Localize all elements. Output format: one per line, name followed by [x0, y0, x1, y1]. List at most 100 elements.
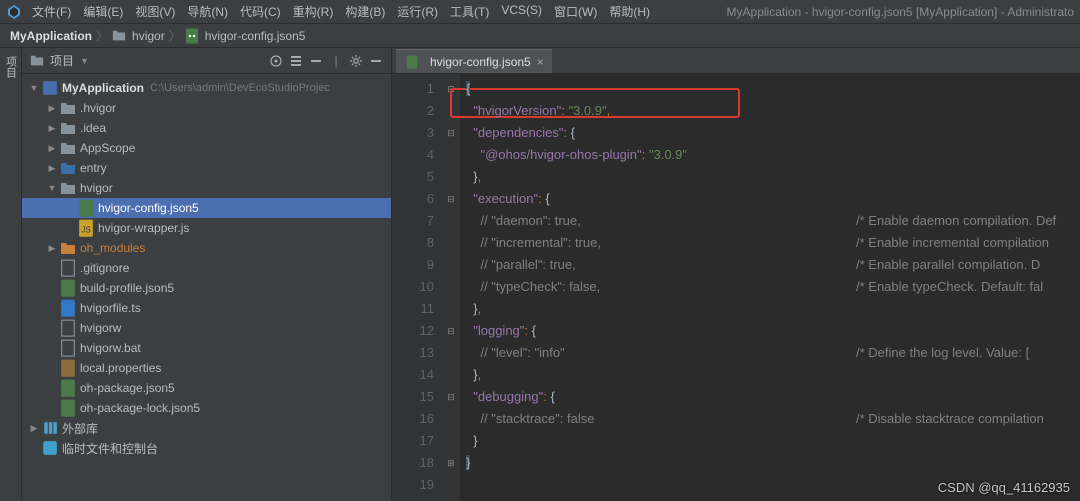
project-panel: 项目 ▼ | MyApplication C:\Users\admin\DevE…: [22, 48, 392, 501]
close-tab-icon[interactable]: ×: [537, 55, 544, 69]
editor-tab[interactable]: hvigor-config.json5 ×: [396, 49, 552, 73]
library-icon: [42, 421, 58, 435]
breadcrumb-separator: 〉: [96, 27, 108, 44]
tree-label: hvigor-wrapper.js: [98, 221, 189, 235]
tree-label: .hvigor: [80, 101, 116, 115]
menu-run[interactable]: 运行(R): [397, 3, 438, 20]
window-title: MyApplication - hvigor-config.json5 [MyA…: [727, 5, 1074, 19]
tree-item[interactable]: local.properties: [22, 358, 391, 378]
module-icon: [42, 81, 58, 95]
tree-root[interactable]: MyApplication C:\Users\admin\DevEcoStudi…: [22, 78, 391, 98]
properties-file-icon: [60, 361, 76, 375]
menu-code[interactable]: 代码(C): [240, 3, 281, 20]
menu-vcs[interactable]: VCS(S): [501, 3, 542, 20]
dropdown-icon[interactable]: ▼: [80, 56, 89, 66]
tree-label: oh-package.json5: [80, 381, 175, 395]
project-panel-label[interactable]: 项目: [50, 52, 74, 69]
file-icon: [60, 341, 76, 355]
tree-label: hvigorw.bat: [80, 341, 141, 355]
watermark-text: CSDN @qq_41162935: [938, 480, 1070, 495]
tab-label: hvigor-config.json5: [430, 55, 531, 69]
ts-file-icon: [60, 301, 76, 315]
tree-label: local.properties: [80, 361, 161, 375]
divider: |: [329, 54, 343, 68]
breadcrumb-root[interactable]: MyApplication: [10, 29, 92, 43]
project-icon: [30, 54, 44, 68]
main-menu: 文件(F) 编辑(E) 视图(V) 导航(N) 代码(C) 重构(R) 构建(B…: [32, 3, 650, 20]
js-file-icon: JS: [78, 221, 94, 235]
breadcrumb-mid[interactable]: hvigor: [132, 29, 165, 43]
tree-item[interactable]: .hvigor: [22, 98, 391, 118]
collapse-all-icon[interactable]: [309, 54, 323, 68]
tree-item[interactable]: oh-package-lock.json5: [22, 398, 391, 418]
tree-item[interactable]: hvigorw: [22, 318, 391, 338]
editor-area: hvigor-config.json5 × 123456789101112131…: [392, 48, 1080, 501]
code-content[interactable]: { "hvigorVersion": "3.0.9", "dependencie…: [460, 74, 1080, 501]
file-icon: [60, 261, 76, 275]
folder-icon: [60, 101, 76, 115]
tree-label: hvigorfile.ts: [80, 301, 141, 315]
tree-label: oh_modules: [80, 241, 145, 255]
breadcrumb-separator: 〉: [169, 27, 181, 44]
breadcrumb-leaf[interactable]: hvigor-config.json5: [205, 29, 306, 43]
tree-label: 临时文件和控制台: [62, 440, 158, 457]
code-editor[interactable]: 12345678910111213141516171819 ⊟⊟⊟⊟⊟⊞ { "…: [392, 74, 1080, 501]
tree-item[interactable]: .gitignore: [22, 258, 391, 278]
tree-label: hvigor-config.json5: [98, 201, 199, 215]
tree-path: C:\Users\admin\DevEcoStudioProjec: [150, 82, 330, 94]
menu-build[interactable]: 构建(B): [345, 3, 385, 20]
folder-icon: [60, 141, 76, 155]
menu-window[interactable]: 窗口(W): [554, 3, 597, 20]
menu-tool[interactable]: 工具(T): [450, 3, 489, 20]
menu-help[interactable]: 帮助(H): [609, 3, 650, 20]
tree-item[interactable]: oh_modules: [22, 238, 391, 258]
menu-view[interactable]: 视图(V): [135, 3, 175, 20]
tree-item[interactable]: 外部库: [22, 418, 391, 438]
project-tool-tab[interactable]: 项目: [3, 56, 19, 78]
tree-item[interactable]: hvigorfile.ts: [22, 298, 391, 318]
tool-window-stripe[interactable]: 项目: [0, 48, 22, 501]
json-file-icon: [404, 55, 420, 69]
editor-tabs: hvigor-config.json5 ×: [392, 48, 1080, 74]
tree-item[interactable]: oh-package.json5: [22, 378, 391, 398]
tree-label: .gitignore: [80, 261, 129, 275]
tree-item[interactable]: AppScope: [22, 138, 391, 158]
app-logo-icon: [6, 4, 22, 20]
tree-label: 外部库: [62, 420, 98, 437]
svg-text:JS: JS: [81, 226, 90, 235]
menu-navigate[interactable]: 导航(N): [187, 3, 228, 20]
breadcrumb: MyApplication 〉 hvigor 〉 hvigor-config.j…: [0, 24, 1080, 48]
tree-label: .idea: [80, 121, 106, 135]
scratch-icon: [42, 441, 58, 455]
settings-icon[interactable]: [349, 54, 363, 68]
expand-all-icon[interactable]: [289, 54, 303, 68]
json-file-icon: [60, 401, 76, 415]
json-file-icon: [60, 381, 76, 395]
tree-item[interactable]: JS hvigor-wrapper.js: [22, 218, 391, 238]
project-tree[interactable]: MyApplication C:\Users\admin\DevEcoStudi…: [22, 74, 391, 501]
hide-icon[interactable]: [369, 54, 383, 68]
locate-icon[interactable]: [269, 54, 283, 68]
menu-refactor[interactable]: 重构(R): [293, 3, 334, 20]
json-file-icon: [185, 29, 199, 43]
tree-item[interactable]: entry: [22, 158, 391, 178]
menu-file[interactable]: 文件(F): [32, 3, 71, 20]
fold-gutter[interactable]: ⊟⊟⊟⊟⊟⊞: [442, 74, 460, 501]
tree-label: AppScope: [80, 141, 135, 155]
tree-item[interactable]: 临时文件和控制台: [22, 438, 391, 458]
tree-item-selected[interactable]: hvigor-config.json5: [22, 198, 391, 218]
tree-label: MyApplication: [62, 81, 144, 95]
menu-edit[interactable]: 编辑(E): [83, 3, 123, 20]
tree-item[interactable]: hvigor: [22, 178, 391, 198]
tree-item[interactable]: hvigorw.bat: [22, 338, 391, 358]
project-panel-header: 项目 ▼ |: [22, 48, 391, 74]
tree-label: oh-package-lock.json5: [80, 401, 200, 415]
tree-item[interactable]: .idea: [22, 118, 391, 138]
folder-icon: [60, 181, 76, 195]
menu-bar: 文件(F) 编辑(E) 视图(V) 导航(N) 代码(C) 重构(R) 构建(B…: [0, 0, 1080, 24]
library-folder-icon: [60, 241, 76, 255]
tree-label: build-profile.json5: [80, 281, 174, 295]
json-file-icon: [60, 281, 76, 295]
file-icon: [60, 321, 76, 335]
tree-item[interactable]: build-profile.json5: [22, 278, 391, 298]
